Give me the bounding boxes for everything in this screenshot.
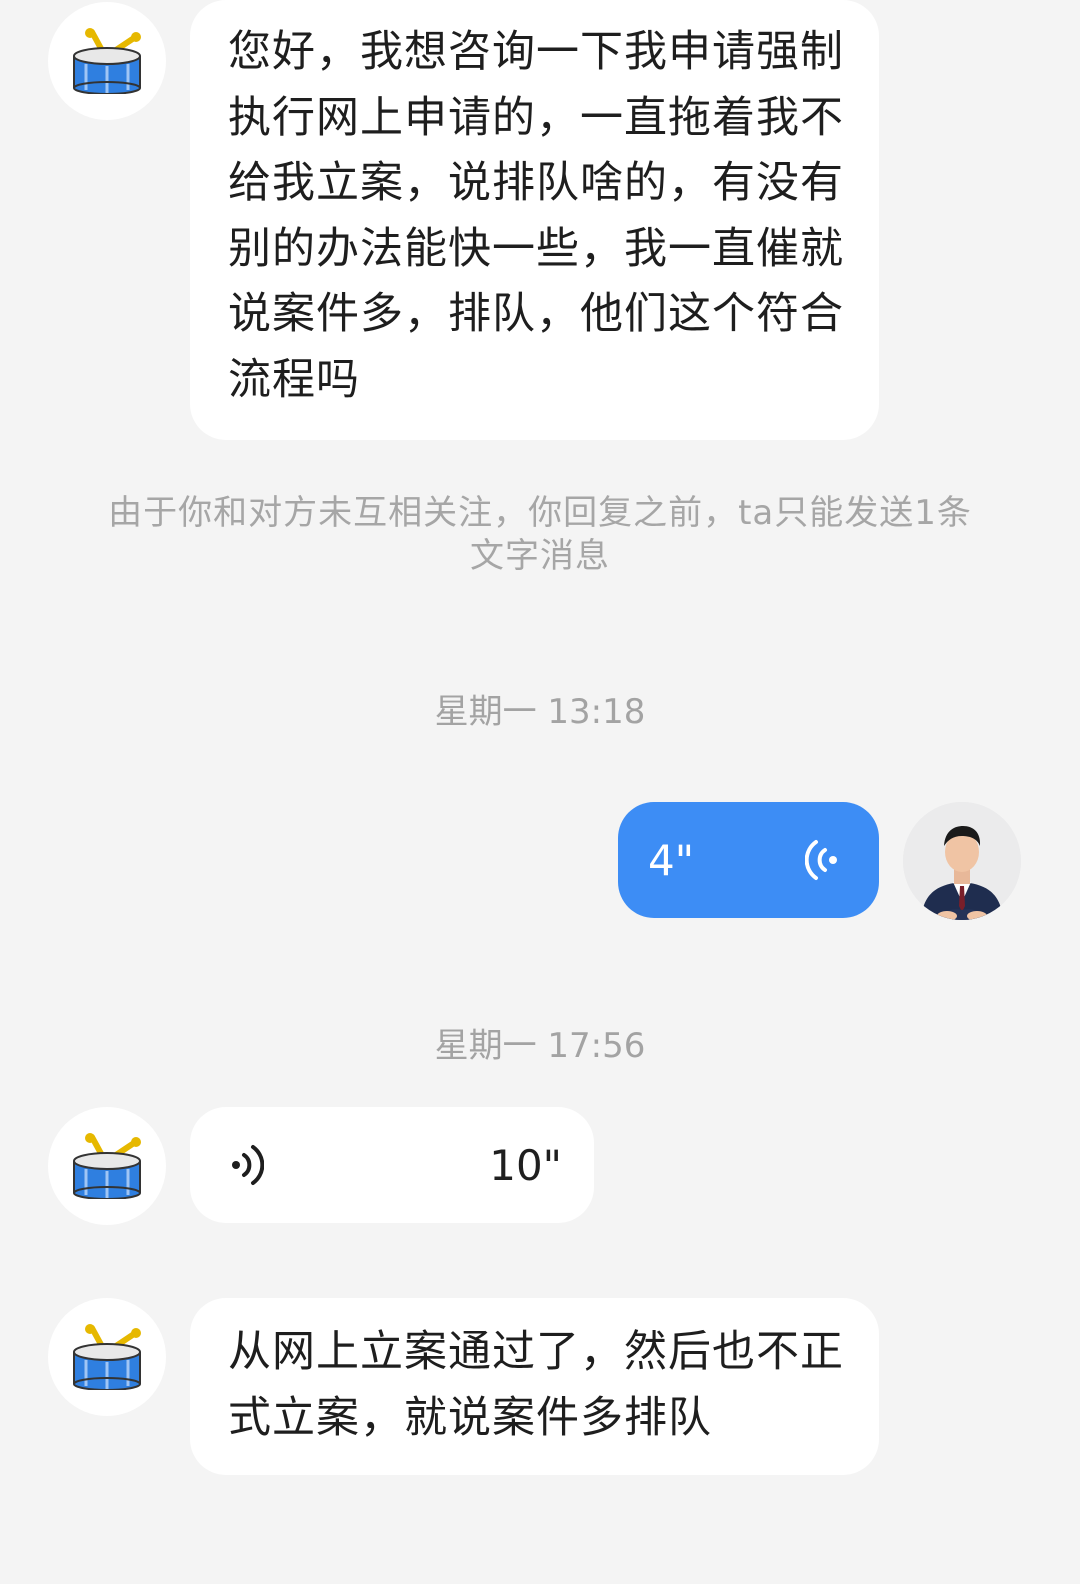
- user-photo: [903, 802, 1021, 920]
- voice-wave-icon: [228, 1107, 264, 1223]
- message-text: 您好，我想咨询一下我申请强制执行网上申请的，一直拖着我不给我立案，说排队啥的，有…: [228, 27, 844, 405]
- message-bubble-incoming[interactable]: 您好，我想咨询一下我申请强制执行网上申请的，一直拖着我不给我立案，说排队啥的，有…: [190, 0, 879, 440]
- voice-wave-icon: [805, 802, 841, 918]
- drum-icon: [70, 1133, 144, 1199]
- voice-message-outgoing[interactable]: 4": [618, 802, 879, 918]
- message-text: 从网上立案通过了，然后也不正式立案，就说案件多排队: [228, 1327, 844, 1443]
- drum-icon: [70, 1324, 144, 1390]
- user-avatar[interactable]: [903, 802, 1021, 920]
- drum-icon: [70, 28, 144, 94]
- follow-restriction-notice: 由于你和对方未互相关注，你回复之前，ta只能发送1条文字消息: [108, 493, 972, 576]
- contact-avatar[interactable]: [48, 1107, 166, 1225]
- voice-duration: 4": [648, 835, 695, 885]
- contact-avatar[interactable]: [48, 2, 166, 120]
- timestamp: 星期一 17:56: [434, 1026, 646, 1066]
- voice-duration: 10": [489, 1140, 562, 1190]
- contact-avatar[interactable]: [48, 1298, 166, 1416]
- timestamp: 星期一 13:18: [434, 692, 646, 732]
- message-bubble-incoming[interactable]: 从网上立案通过了，然后也不正式立案，就说案件多排队: [190, 1298, 879, 1475]
- voice-message-incoming[interactable]: 10": [190, 1107, 594, 1223]
